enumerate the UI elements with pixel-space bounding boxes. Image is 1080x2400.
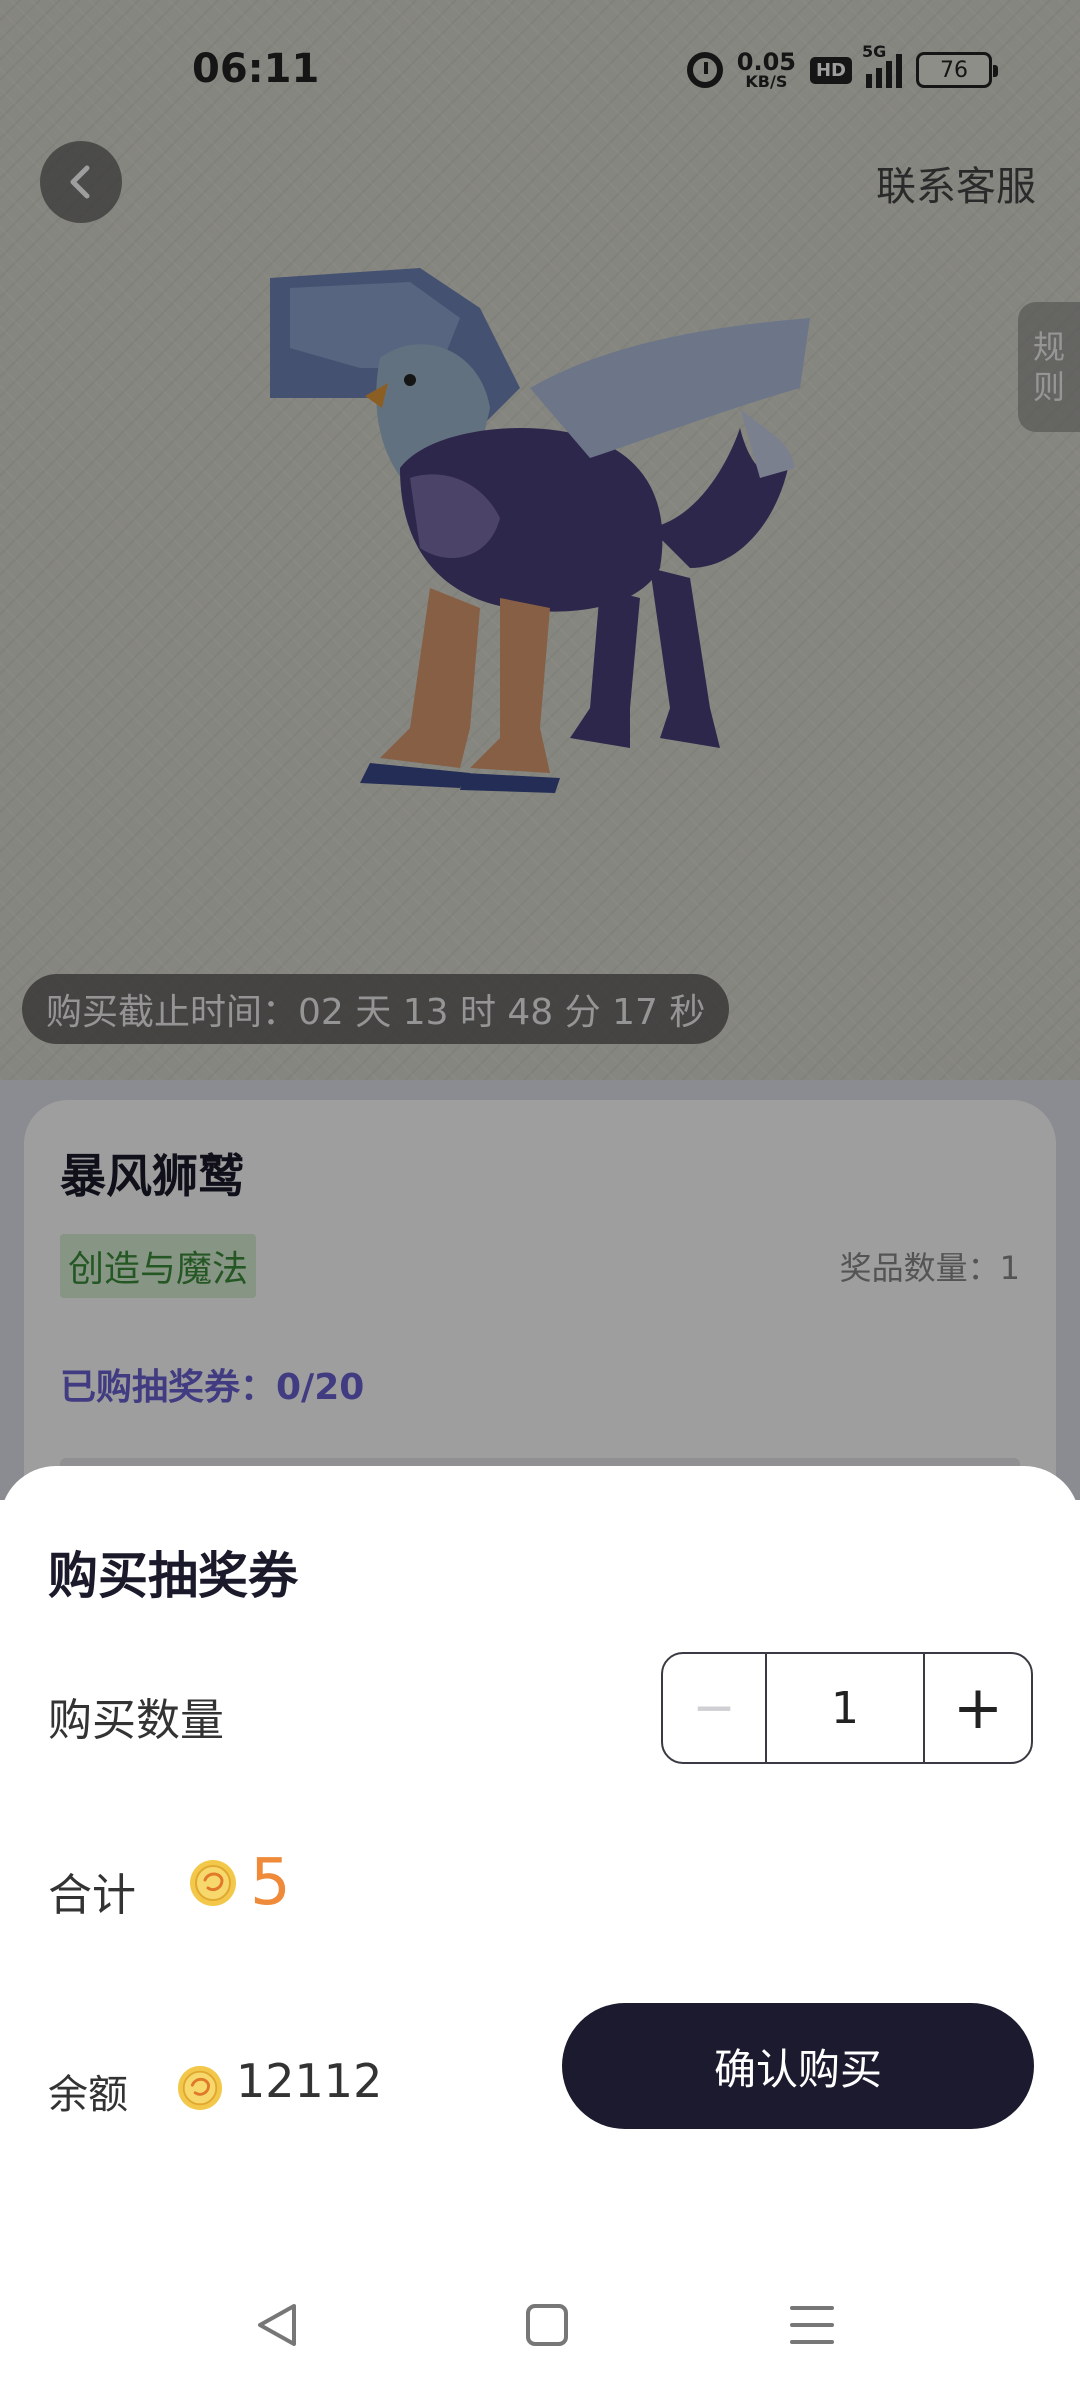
system-nav-bar [0, 2270, 1080, 2380]
coin-icon [190, 1860, 236, 1906]
home-square-icon[interactable] [526, 2304, 568, 2346]
confirm-purchase-button[interactable]: 确认购买 [562, 2003, 1034, 2129]
modal-overlay[interactable] [0, 0, 1080, 1500]
balance-value: 12112 [236, 2054, 383, 2108]
quantity-stepper: − 1 + [661, 1652, 1033, 1764]
back-triangle-icon[interactable] [254, 2300, 300, 2350]
quantity-value[interactable]: 1 [767, 1654, 925, 1762]
total-label: 合计 [48, 1870, 136, 1921]
total-value: 5 [250, 1846, 291, 1920]
purchase-sheet: 购买抽奖券 购买数量 − 1 + 合计 5 余额 12112 确认购买 [0, 1466, 1080, 2400]
balance-label: 余额 [48, 2072, 128, 2118]
sheet-title: 购买抽奖券 [48, 1547, 298, 1605]
quantity-label: 购买数量 [48, 1695, 224, 1746]
decrease-button[interactable]: − [663, 1654, 767, 1762]
menu-lines-icon[interactable] [790, 2304, 834, 2346]
coin-icon [177, 2065, 223, 2111]
increase-button[interactable]: + [925, 1654, 1031, 1762]
